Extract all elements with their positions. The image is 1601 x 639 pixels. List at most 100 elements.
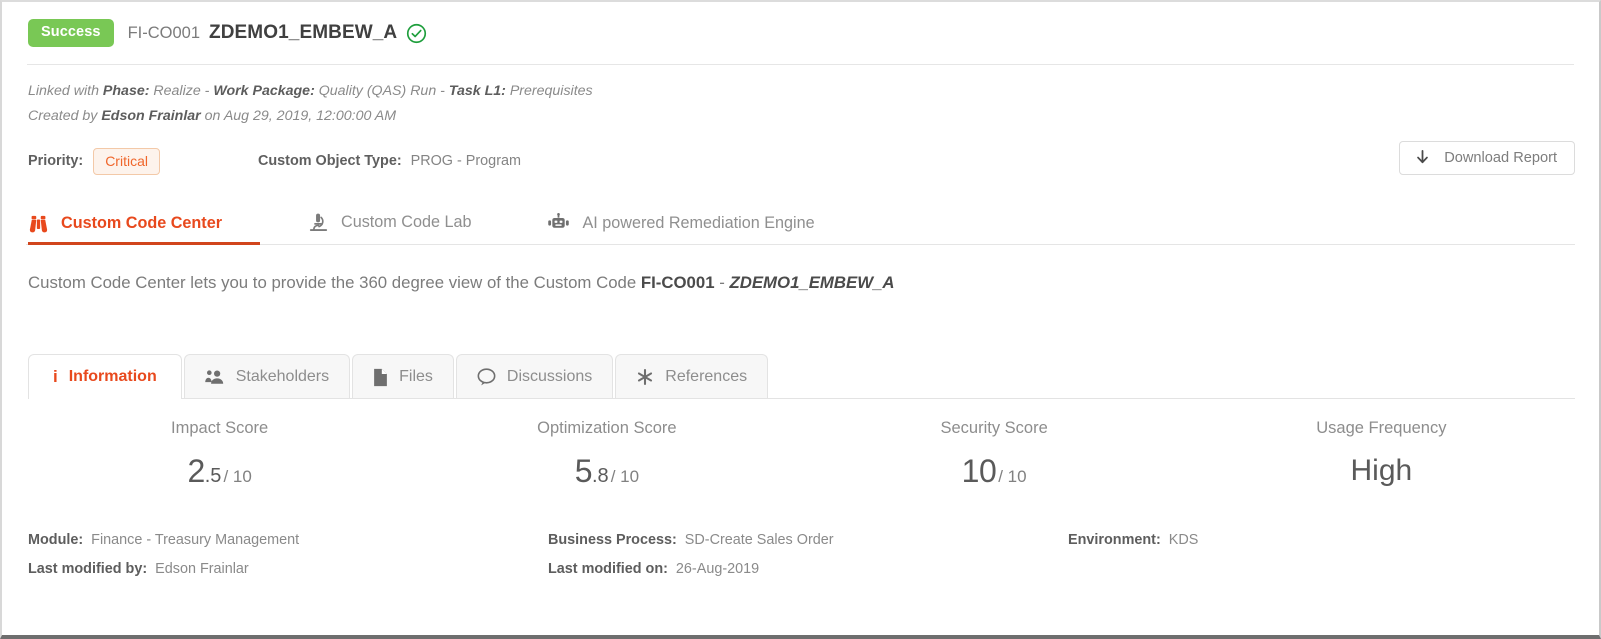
field-environment: Environment: KDS	[1068, 526, 1468, 555]
details-row-2-spacer	[1068, 555, 1468, 584]
subtab-references-label: References	[665, 368, 748, 385]
usage-frequency-value: High	[1188, 451, 1575, 496]
priority-label: Priority:	[28, 153, 84, 169]
creator-name: Edson Frainlar	[101, 108, 201, 124]
description-code: FI-CO001	[640, 273, 715, 292]
details-row-1: Module: Finance - Treasury Management Bu…	[28, 526, 1575, 555]
score-impact-label: Impact Score	[171, 419, 269, 437]
subtab-information-label: Information	[68, 368, 157, 385]
business-process-value: SD-Create Sales Order	[684, 532, 834, 548]
score-optimization-dec: .8	[592, 465, 609, 487]
environment-label: Environment:	[1068, 532, 1161, 548]
task-value: Prerequisites	[505, 83, 593, 99]
tab-custom-code-center[interactable]: Custom Code Center	[28, 214, 260, 245]
binoculars-icon	[28, 214, 49, 233]
score-optimization-int: 5	[574, 453, 593, 489]
tab-ai-remediation-engine[interactable]: AI powered Remediation Engine	[547, 213, 815, 244]
priority-chip: Critical	[93, 147, 160, 175]
download-report-button[interactable]: Download Report	[1399, 141, 1575, 175]
usage-frequency-label: Usage Frequency	[1316, 419, 1447, 437]
score-optimization-value: 5.8/ 10	[413, 451, 800, 498]
description-prefix: Custom Code Center lets you to provide t…	[28, 273, 641, 292]
sub-tab-bar: i Information Stakeholders Files Discuss…	[26, 353, 1575, 400]
page-header: Success FI-CO001 ZDEMO1_EMBEW_A	[26, 2, 1575, 64]
top-tab-bar: Custom Code Center Custom Code Lab AI po…	[26, 199, 1575, 245]
subtab-files[interactable]: Files	[352, 354, 454, 399]
description-separator: -	[714, 273, 730, 292]
details-row-2: Last modified by: Edson Frainlar Last mo…	[28, 555, 1575, 584]
meta-info: Linked with Phase: Realize - Work Packag…	[26, 65, 1575, 129]
field-business-process: Business Process: SD-Create Sales Order	[548, 526, 1068, 555]
tab-custom-code-lab-label: Custom Code Lab	[341, 213, 472, 231]
object-type-group: Custom Object Type: PROG - Program	[258, 153, 521, 169]
object-type-value: PROG - Program	[410, 153, 521, 169]
object-code: FI-CO001	[127, 23, 200, 42]
asterisk-icon	[636, 368, 654, 386]
module-label: Module:	[28, 532, 84, 548]
status-badge: Success	[28, 19, 114, 47]
page-title: FI-CO001 ZDEMO1_EMBEW_A	[128, 22, 428, 44]
subtab-discussions-label: Discussions	[506, 368, 593, 385]
download-report-label: Download Report	[1444, 150, 1557, 166]
tab-custom-code-lab[interactable]: Custom Code Lab	[308, 212, 471, 244]
file-icon	[373, 368, 388, 387]
subtab-information[interactable]: i Information	[28, 354, 182, 400]
score-security-value: 10/ 10	[801, 451, 1188, 498]
field-last-modified-on: Last modified on: 26-Aug-2019	[548, 555, 1068, 584]
environment-value: KDS	[1168, 532, 1199, 548]
users-icon	[204, 369, 225, 385]
description-name: ZDEMO1_EMBEW_A	[729, 273, 895, 292]
usage-frequency-text: High	[1350, 454, 1413, 487]
scores-row: Impact Score 2.5/ 10 Optimization Score …	[26, 399, 1575, 498]
subtab-stakeholders[interactable]: Stakeholders	[183, 354, 351, 399]
linked-with-line: Linked with Phase: Realize - Work Packag…	[28, 79, 1573, 104]
score-security-int: 10	[961, 453, 997, 489]
last-modified-by-value: Edson Frainlar	[155, 561, 249, 577]
score-security-outof: / 10	[998, 467, 1027, 486]
score-security-label: Security Score	[940, 419, 1048, 437]
phase-value: Realize -	[149, 83, 214, 99]
linked-prefix: Linked with	[28, 83, 103, 99]
priority-group: Priority: Critical	[28, 147, 160, 175]
check-circle-icon	[406, 23, 427, 44]
robot-icon	[547, 213, 570, 233]
score-impact-int: 2	[187, 453, 205, 489]
field-last-modified-by: Last modified by: Edson Frainlar	[28, 555, 548, 584]
comment-icon	[477, 368, 496, 386]
score-optimization-label: Optimization Score	[537, 419, 677, 437]
subtab-stakeholders-label: Stakeholders	[235, 368, 330, 385]
subtab-discussions[interactable]: Discussions	[455, 354, 614, 399]
score-optimization: Optimization Score 5.8/ 10	[413, 415, 800, 498]
created-timestamp: on Aug 29, 2019, 12:00:00 AM	[200, 108, 397, 124]
last-modified-on-label: Last modified on:	[548, 561, 668, 577]
business-process-label: Business Process:	[548, 532, 677, 548]
last-modified-by-label: Last modified by:	[28, 561, 148, 577]
score-impact-value: 2.5/ 10	[26, 451, 413, 498]
microscope-icon	[308, 212, 329, 233]
score-security: Security Score 10/ 10	[801, 415, 1188, 498]
score-impact-dec: .5	[204, 465, 222, 487]
page-description: Custom Code Center lets you to provide t…	[26, 245, 1575, 293]
created-by-line: Created by Edson Frainlar on Aug 29, 201…	[28, 104, 1573, 129]
tab-ai-remediation-engine-label: AI powered Remediation Engine	[582, 213, 815, 232]
phase-label: Phase:	[102, 83, 150, 99]
score-optimization-outof: / 10	[610, 467, 640, 486]
usage-frequency: Usage Frequency High	[1188, 415, 1575, 498]
field-module: Module: Finance - Treasury Management	[28, 526, 548, 555]
attributes-row: Priority: Critical Custom Object Type: P…	[26, 137, 1575, 185]
tab-custom-code-center-label: Custom Code Center	[61, 214, 222, 232]
score-impact: Impact Score 2.5/ 10	[26, 415, 413, 498]
details-section: Module: Finance - Treasury Management Bu…	[26, 526, 1575, 588]
work-package-value: Quality (QAS) Run -	[314, 83, 449, 99]
score-impact-outof: / 10	[223, 467, 252, 486]
subtab-references[interactable]: References	[615, 354, 769, 399]
module-value: Finance - Treasury Management	[91, 532, 300, 548]
custom-code-detail-page: Success FI-CO001 ZDEMO1_EMBEW_A Linked w…	[0, 0, 1601, 639]
object-type-label: Custom Object Type:	[257, 153, 402, 169]
work-package-label: Work Package:	[213, 83, 315, 99]
last-modified-on-value: 26-Aug-2019	[675, 561, 760, 577]
created-prefix: Created by	[28, 108, 102, 124]
download-arrow-icon	[1415, 150, 1430, 166]
task-label: Task L1:	[448, 83, 506, 99]
subtab-files-label: Files	[399, 368, 433, 385]
